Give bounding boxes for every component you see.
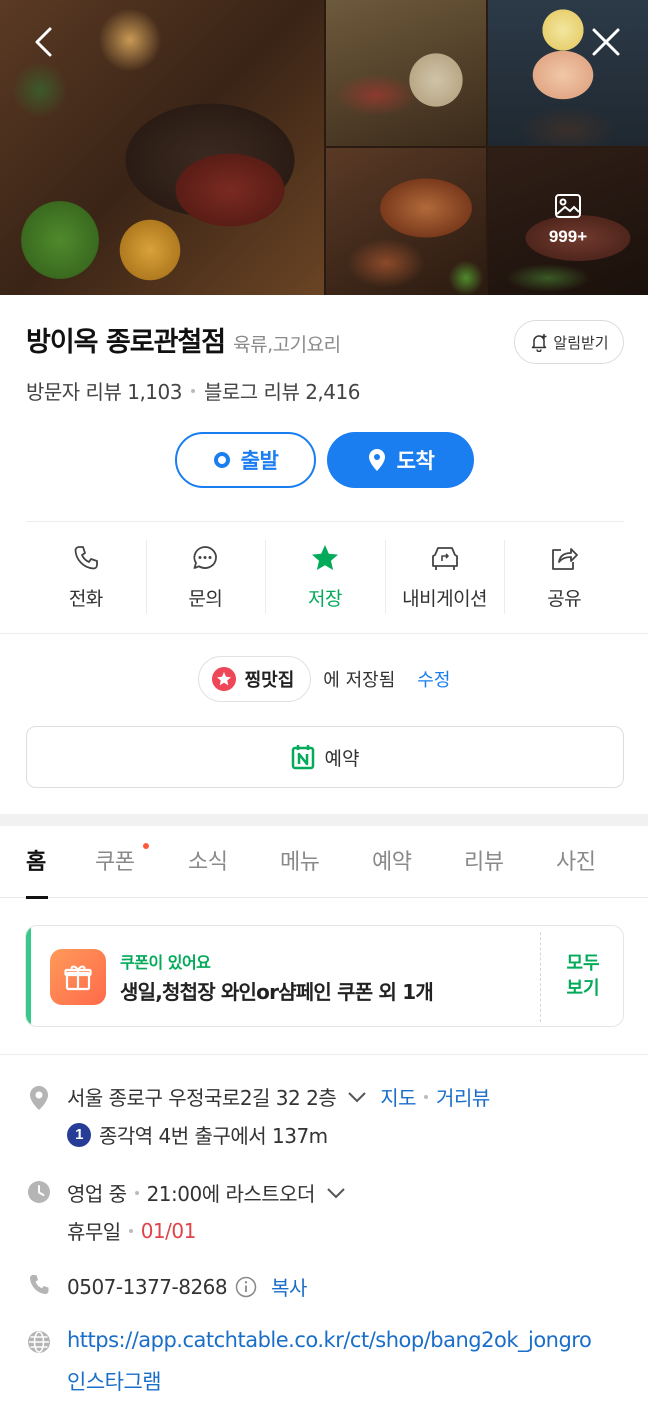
close-button[interactable] <box>582 18 630 66</box>
tab-photo[interactable]: 사진 <box>556 844 596 876</box>
saved-list-name: 찡맛집 <box>244 670 295 691</box>
tab-review[interactable]: 리뷰 <box>464 844 504 876</box>
bell-plus-icon <box>532 334 547 352</box>
new-badge-dot <box>143 843 149 849</box>
view-all-line2: 보기 <box>566 978 600 999</box>
arrive-button[interactable]: 도착 <box>327 432 474 488</box>
street-view-link[interactable]: 거리뷰 <box>436 1082 490 1111</box>
globe-icon <box>28 1331 50 1353</box>
tab-menu[interactable]: 메뉴 <box>280 844 320 876</box>
call-button[interactable]: 전화 <box>26 540 146 616</box>
section-spacer <box>0 814 648 826</box>
blog-review-link[interactable]: 블로그 리뷰 2,416 <box>204 376 360 405</box>
address-text: 서울 종로구 우정국로2길 32 2층 <box>67 1086 337 1110</box>
tab-coupon[interactable]: 쿠폰 <box>95 844 135 876</box>
saved-list-chip[interactable]: 찡맛집 <box>197 656 312 702</box>
share-label: 공유 <box>547 588 582 610</box>
tab-reservation[interactable]: 예약 <box>372 844 412 876</box>
separator-dot <box>190 388 195 393</box>
photo-thumb-1[interactable] <box>326 0 486 146</box>
origin-dot-icon <box>213 452 230 468</box>
navigation-label: 내비게이션 <box>402 588 488 610</box>
open-status: 영업 중 <box>67 1182 127 1206</box>
coupon-headline: 쿠폰이 있어요 <box>120 953 211 972</box>
chevron-left-icon <box>35 27 52 57</box>
edit-saved-link[interactable]: 수정 <box>417 666 450 692</box>
share-button[interactable]: 공유 <box>504 540 624 616</box>
saved-status-row: 찡맛집 에 저장됨 수정 <box>0 656 648 702</box>
alert-button[interactable]: 알림받기 <box>514 320 624 364</box>
holiday-date: 01/01 <box>140 1218 197 1243</box>
arrive-label: 도착 <box>396 449 435 473</box>
gift-icon <box>50 949 106 1005</box>
tab-bar: 홈 쿠폰 소식 메뉴 예약 리뷰 사진 <box>0 826 648 899</box>
coupon-title: 생일,청첩장 와인or샴페인 쿠폰 외 1개 <box>120 980 434 1004</box>
close-icon <box>592 28 620 56</box>
alert-label: 알림받기 <box>553 333 609 352</box>
homepage-url[interactable]: https://app.catchtable.co.kr/ct/shop/ban… <box>67 1328 592 1352</box>
location-pin-icon <box>368 449 385 471</box>
phone-icon <box>74 546 98 570</box>
copy-phone-button[interactable]: 복사 <box>271 1272 307 1301</box>
share-icon <box>552 548 579 570</box>
subway-line-badge: 1 <box>67 1122 91 1147</box>
instagram-link[interactable]: 인스타그램 <box>67 1366 162 1396</box>
divider <box>0 1054 648 1055</box>
photo-thumb-3[interactable] <box>326 148 486 295</box>
separator-dot <box>128 1228 133 1233</box>
tab-news[interactable]: 소식 <box>188 844 228 876</box>
separator-dot <box>424 1094 429 1099</box>
action-bar: 전화 문의 저장 내비게이션 공유 <box>26 540 624 616</box>
phone-icon <box>30 1275 49 1294</box>
divider <box>26 521 624 522</box>
phone-number[interactable]: 0507-1377-8268 <box>67 1275 228 1299</box>
navigation-icon <box>431 547 458 570</box>
inquiry-button[interactable]: 문의 <box>145 540 266 616</box>
call-label: 전화 <box>68 588 103 610</box>
coupon-divider <box>540 932 541 1022</box>
tab-home[interactable]: 홈 <box>26 844 46 876</box>
subway-directions: 종각역 4번 출구에서 137m <box>99 1124 328 1148</box>
saved-text: 에 저장됨 <box>323 670 396 691</box>
active-tab-indicator <box>26 896 48 899</box>
navigation-button[interactable]: 내비게이션 <box>384 540 505 616</box>
reserve-button[interactable]: 예약 <box>26 726 624 788</box>
image-icon <box>555 194 581 218</box>
reserve-label: 예약 <box>324 747 360 770</box>
holiday-label: 휴무일 <box>67 1220 121 1244</box>
info-icon[interactable] <box>235 1276 257 1298</box>
separator-dot <box>134 1190 139 1195</box>
save-button[interactable]: 저장 <box>265 540 385 616</box>
place-title-row: 방이옥 종로관철점 육류,고기요리 <box>26 320 341 359</box>
review-summary: 방문자 리뷰 1,103 블로그 리뷰 2,416 <box>26 376 360 405</box>
photo-gallery[interactable]: 999+ <box>0 0 648 295</box>
clock-icon <box>28 1181 50 1203</box>
map-link[interactable]: 지도 <box>380 1082 416 1111</box>
view-all-line1: 모두 <box>566 952 600 974</box>
photo-thumb-more[interactable]: 999+ <box>488 148 648 295</box>
depart-button[interactable]: 출발 <box>175 432 316 488</box>
naver-calendar-icon <box>291 745 314 770</box>
coupon-accent-bar <box>26 926 31 1026</box>
chevron-down-icon[interactable] <box>325 1186 347 1200</box>
view-all-coupons-button[interactable]: 모두 보기 <box>542 926 623 1026</box>
star-icon <box>311 545 338 570</box>
visitor-review-link[interactable]: 방문자 리뷰 1,103 <box>26 376 182 405</box>
save-label: 저장 <box>308 588 342 610</box>
photo-count: 999+ <box>548 227 588 246</box>
chat-icon <box>193 546 218 569</box>
inquiry-label: 문의 <box>188 588 223 610</box>
place-category: 육류,고기요리 <box>233 334 341 356</box>
last-order-time: 21:00에 라스트오더 <box>146 1182 316 1206</box>
chevron-down-icon[interactable] <box>346 1090 368 1104</box>
location-pin-icon <box>30 1086 48 1110</box>
depart-label: 출발 <box>240 449 279 473</box>
star-badge-icon <box>211 667 236 691</box>
coupon-card[interactable]: 쿠폰이 있어요 생일,청첩장 와인or샴페인 쿠폰 외 1개 모두 보기 <box>25 925 624 1027</box>
back-button[interactable] <box>20 18 68 66</box>
place-name: 방이옥 종로관철점 <box>26 327 226 358</box>
divider <box>0 633 648 634</box>
